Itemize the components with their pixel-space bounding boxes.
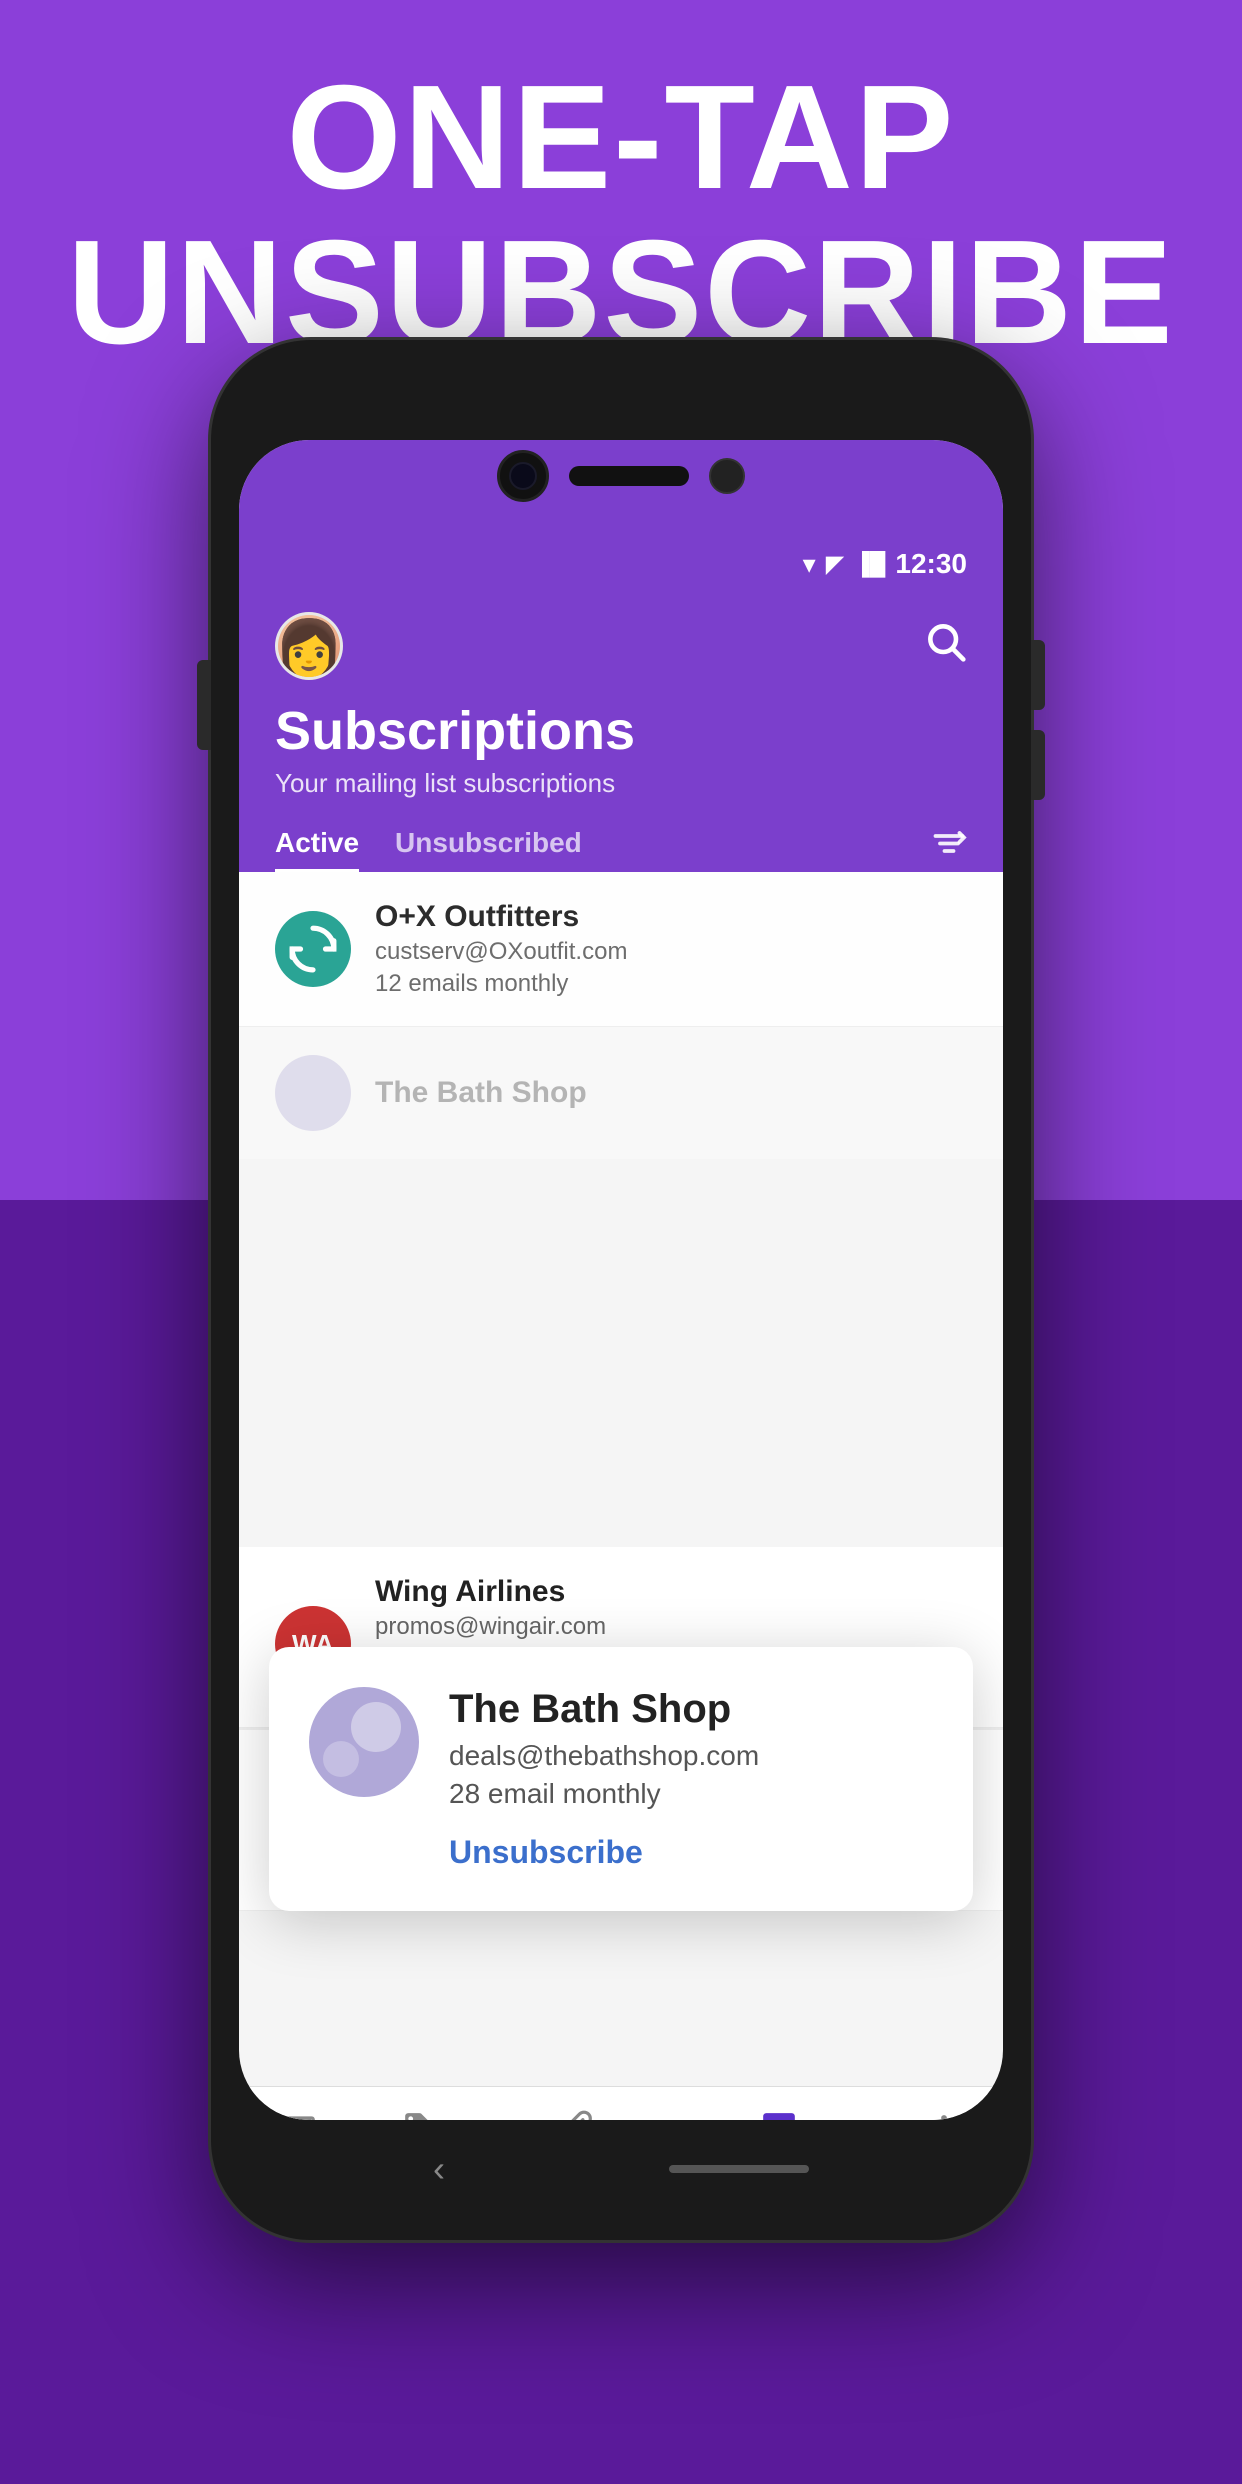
oxoutfitters-info: O+X Outfitters custserv@OXoutfit.com 12 … <box>375 900 967 998</box>
headline-line1: ONE-TAP <box>0 60 1242 215</box>
status-time: 12:30 <box>895 548 967 580</box>
speaker-grille <box>569 466 689 486</box>
page-title: Subscriptions <box>275 700 967 762</box>
inbox-icon <box>280 2110 318 2121</box>
home-indicator[interactable] <box>669 2165 809 2173</box>
tab-active[interactable]: Active <box>275 827 359 872</box>
app-header: Subscriptions Your mailing list subscrip… <box>239 592 1003 872</box>
subscription-item-oxoutfitters[interactable]: O+X Outfitters custserv@OXoutfit.com 12 … <box>239 872 1003 1027</box>
oxoutfitters-email: custserv@OXoutfit.com <box>375 938 967 966</box>
status-bar: ▾ ◤ ▐█ 12:30 <box>239 536 1003 592</box>
phone-nav-bar: ‹ <box>321 2148 921 2190</box>
nav-deals[interactable]: Deals <box>393 2110 449 2121</box>
attachments-icon <box>559 2110 597 2121</box>
phone-screen: ▾ ◤ ▐█ 12:30 <box>239 440 1003 2120</box>
tabs-row: Active Unsubscribed <box>275 827 967 872</box>
nav-attachments[interactable]: Attachments <box>516 2110 638 2121</box>
battery-icon: ▐█ <box>854 551 885 577</box>
bathshop-expanded-area: The Bath Shop The Bath Shop deals@thebat… <box>239 1027 1003 1547</box>
bathshop-expanded-card[interactable]: The Bath Shop deals@thebathshop.com 28 e… <box>269 1647 973 1911</box>
search-button[interactable] <box>923 619 967 674</box>
avatar-image <box>278 615 340 677</box>
more-icon <box>925 2110 963 2121</box>
wifi-icon: ▾ <box>803 549 816 580</box>
tab-unsubscribed[interactable]: Unsubscribed <box>395 827 582 872</box>
nav-subscriptions[interactable]: Subscriptions <box>706 2110 853 2121</box>
volume-down-button <box>1031 730 1045 800</box>
bathshop-email: deals@thebathshop.com <box>449 1740 933 1772</box>
bottom-navigation: Inbox Deals <box>239 2086 1003 2120</box>
bathshop-logo <box>309 1687 419 1797</box>
oxoutfitters-name: O+X Outfitters <box>375 900 967 934</box>
subscription-list[interactable]: O+X Outfitters custserv@OXoutfit.com 12 … <box>239 872 1003 2086</box>
deals-icon <box>402 2110 440 2121</box>
nav-more[interactable]: More <box>919 2110 969 2121</box>
bathshop-row-bg: The Bath Shop <box>239 1027 1003 1159</box>
wingairlines-email: promos@wingair.com <box>375 1613 967 1641</box>
volume-up-button <box>1031 640 1045 710</box>
oxoutfitters-freq: 12 emails monthly <box>375 970 967 998</box>
status-icons: ▾ ◤ ▐█ 12:30 <box>803 548 967 580</box>
bathshop-unsubscribe-button[interactable]: Unsubscribe <box>449 1834 933 1871</box>
bathshop-freq: 28 email monthly <box>449 1778 933 1810</box>
phone-device: ▾ ◤ ▐█ 12:30 <box>211 340 1031 2240</box>
bathshop-info: The Bath Shop deals@thebathshop.com 28 e… <box>449 1687 933 1871</box>
back-button[interactable]: ‹ <box>433 2148 445 2190</box>
camera-right <box>709 458 745 494</box>
user-avatar[interactable] <box>275 612 343 680</box>
sort-button[interactable] <box>931 827 967 872</box>
power-button <box>197 660 211 750</box>
bathshop-name: The Bath Shop <box>449 1687 933 1732</box>
signal-icon: ◤ <box>826 550 844 579</box>
headline: ONE-TAP UNSUBSCRIBE <box>0 60 1242 371</box>
camera-left <box>497 450 549 502</box>
wingairlines-name: Wing Airlines <box>375 1575 967 1609</box>
subscriptions-icon <box>760 2110 798 2121</box>
page-subtitle: Your mailing list subscriptions <box>275 768 967 799</box>
phone-shell: ▾ ◤ ▐█ 12:30 <box>211 340 1031 2240</box>
nav-inbox[interactable]: Inbox <box>272 2110 326 2121</box>
oxoutfitters-logo <box>275 911 351 987</box>
